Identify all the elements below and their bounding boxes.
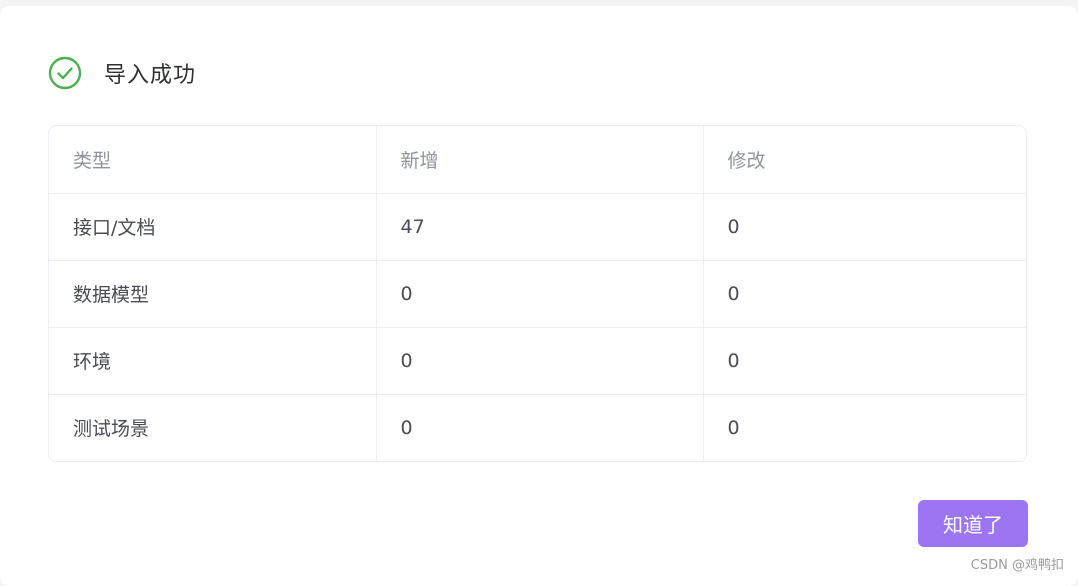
import-result-dialog: 导入成功 类型 新增 修改 接口/文档 47 0 数据模型 bbox=[0, 6, 1078, 586]
cell-modified: 0 bbox=[703, 394, 1026, 461]
cell-type: 环境 bbox=[49, 327, 376, 394]
cell-modified: 0 bbox=[703, 327, 1026, 394]
cell-added: 47 bbox=[376, 193, 703, 260]
check-circle-icon bbox=[48, 56, 82, 90]
import-summary-table: 类型 新增 修改 接口/文档 47 0 数据模型 0 0 环境 bbox=[48, 125, 1027, 462]
cell-type: 数据模型 bbox=[49, 260, 376, 327]
table-header-row: 类型 新增 修改 bbox=[49, 126, 1026, 193]
cell-added: 0 bbox=[376, 327, 703, 394]
cell-modified: 0 bbox=[703, 193, 1026, 260]
table-row: 接口/文档 47 0 bbox=[49, 193, 1026, 260]
column-header-modified: 修改 bbox=[703, 126, 1026, 193]
dialog-header: 导入成功 bbox=[48, 56, 196, 90]
cell-type: 测试场景 bbox=[49, 394, 376, 461]
dialog-title: 导入成功 bbox=[104, 57, 196, 89]
table-row: 测试场景 0 0 bbox=[49, 394, 1026, 461]
cell-added: 0 bbox=[376, 260, 703, 327]
cell-modified: 0 bbox=[703, 260, 1026, 327]
watermark: CSDN @鸡鸭扣 bbox=[971, 554, 1064, 573]
column-header-added: 新增 bbox=[376, 126, 703, 193]
cell-type: 接口/文档 bbox=[49, 193, 376, 260]
column-header-type: 类型 bbox=[49, 126, 376, 193]
cell-added: 0 bbox=[376, 394, 703, 461]
table-row: 环境 0 0 bbox=[49, 327, 1026, 394]
confirm-button[interactable]: 知道了 bbox=[918, 500, 1028, 547]
table-row: 数据模型 0 0 bbox=[49, 260, 1026, 327]
